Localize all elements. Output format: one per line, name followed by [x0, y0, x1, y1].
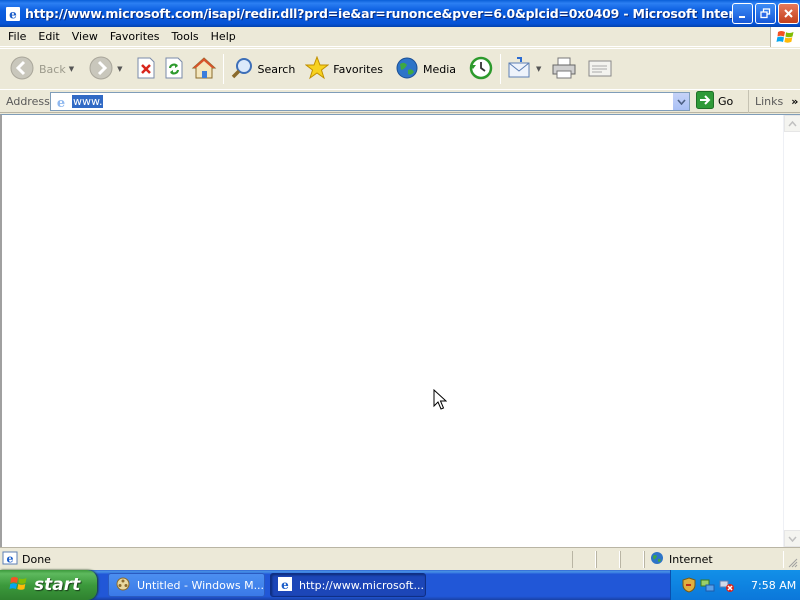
system-tray: 7:58 AM [670, 570, 800, 600]
chevron-right-icon: » [791, 95, 799, 108]
forward-dropdown-icon[interactable]: ▼ [117, 65, 122, 73]
media-globe-icon [395, 56, 419, 83]
mail-button[interactable]: ▼ [504, 51, 544, 87]
back-button[interactable]: Back ▼ [6, 51, 77, 87]
taskbar-item-windows-movie-maker[interactable]: Untitled - Windows M... [108, 573, 265, 597]
windows-logo-icon [9, 575, 29, 596]
minimize-button[interactable] [732, 3, 753, 24]
close-button[interactable] [778, 3, 799, 24]
window-title: http://www.microsoft.com/isapi/redir.dll… [25, 6, 747, 21]
svg-text:e: e [9, 7, 17, 21]
search-label: Search [257, 62, 296, 76]
mail-icon [507, 56, 533, 83]
home-icon [191, 56, 217, 83]
svg-text:e: e [57, 96, 65, 110]
menu-favorites[interactable]: Favorites [104, 30, 166, 43]
ie-icon: e [5, 6, 21, 22]
restore-button[interactable] [755, 3, 776, 24]
status-bar: e Done Internet [0, 547, 800, 570]
print-button[interactable] [548, 51, 580, 87]
printer-icon [551, 56, 577, 83]
security-zone[interactable]: Internet [650, 551, 713, 568]
start-label: start [34, 575, 81, 595]
favorites-label: Favorites [333, 62, 383, 76]
status-panel [620, 551, 644, 568]
home-button[interactable] [188, 51, 220, 87]
page-icon: e [53, 94, 69, 111]
forward-button[interactable]: ▼ [85, 51, 125, 87]
history-icon [468, 55, 494, 84]
search-button[interactable]: Search [227, 51, 299, 87]
status-text: e Done [2, 550, 51, 569]
mouse-cursor-icon [433, 388, 448, 414]
task-label: http://www.microsoft... [299, 578, 424, 592]
security-shield-icon[interactable] [681, 577, 697, 593]
go-button[interactable]: Go [696, 91, 734, 112]
address-label: Address [6, 94, 50, 108]
menu-help[interactable]: Help [205, 30, 242, 43]
forward-arrow-icon [88, 55, 114, 84]
go-label: Go [718, 95, 734, 108]
media-button[interactable]: Media [392, 51, 459, 87]
refresh-button[interactable] [160, 51, 188, 87]
favorites-star-icon [304, 55, 330, 83]
svg-text:e: e [7, 552, 14, 565]
network-disconnected-icon[interactable] [719, 577, 735, 593]
back-dropdown-icon[interactable]: ▼ [69, 65, 74, 73]
media-label: Media [423, 62, 457, 76]
vertical-scrollbar[interactable] [783, 115, 800, 547]
toolbar-separator [500, 54, 502, 84]
toolbar-separator [222, 54, 224, 84]
back-label: Back [39, 62, 66, 76]
status-panel [572, 551, 596, 568]
back-arrow-icon [9, 55, 35, 84]
edit-button[interactable] [584, 51, 616, 87]
status-done-label: Done [22, 552, 51, 566]
clock[interactable]: 7:58 AM [751, 579, 796, 592]
favorites-button[interactable]: Favorites [302, 51, 386, 87]
refresh-icon [163, 56, 185, 83]
page-content[interactable] [0, 114, 800, 547]
taskbar-item-internet-explorer[interactable]: e http://www.microsoft... [270, 573, 426, 597]
status-panel [596, 551, 620, 568]
movie-maker-icon [115, 576, 131, 595]
resize-grip-icon[interactable] [786, 556, 798, 568]
links-label: Links [755, 95, 784, 108]
menu-edit[interactable]: Edit [32, 30, 65, 43]
page-done-icon: e [2, 550, 18, 569]
menu-tools[interactable]: Tools [166, 30, 205, 43]
search-icon [230, 56, 254, 83]
stop-button[interactable] [132, 51, 160, 87]
go-arrow-icon [696, 91, 714, 112]
menu-view[interactable]: View [66, 30, 104, 43]
address-bar: Address e www. Go Links » [0, 90, 800, 113]
edit-page-icon [587, 56, 613, 83]
address-dropdown-button[interactable] [672, 93, 689, 110]
mail-dropdown-icon[interactable]: ▼ [536, 65, 541, 73]
network-icon[interactable] [700, 577, 716, 593]
svg-text:e: e [281, 578, 289, 592]
taskbar: start Untitled - Windows M... e http://w… [0, 570, 800, 600]
zone-label: Internet [669, 553, 713, 566]
task-label: Untitled - Windows M... [137, 578, 265, 592]
stop-icon [135, 56, 157, 83]
links-button[interactable]: Links » [748, 90, 798, 113]
internet-globe-icon [650, 551, 664, 568]
scroll-down-button[interactable] [784, 530, 800, 547]
ie-icon: e [277, 576, 293, 595]
scroll-up-button[interactable] [784, 115, 800, 132]
title-bar[interactable]: e http://www.microsoft.com/isapi/redir.d… [0, 0, 800, 27]
windows-flag-icon [770, 27, 800, 47]
menu-bar: File Edit View Favorites Tools Help [0, 27, 800, 47]
address-value[interactable]: www. [72, 95, 104, 108]
standard-toolbar: Back ▼ ▼ Search Favorites Media ▼ [0, 48, 800, 90]
start-button[interactable]: start [0, 570, 97, 600]
address-input[interactable]: e www. [50, 92, 690, 111]
menu-file[interactable]: File [0, 30, 32, 43]
history-button[interactable] [465, 51, 497, 87]
